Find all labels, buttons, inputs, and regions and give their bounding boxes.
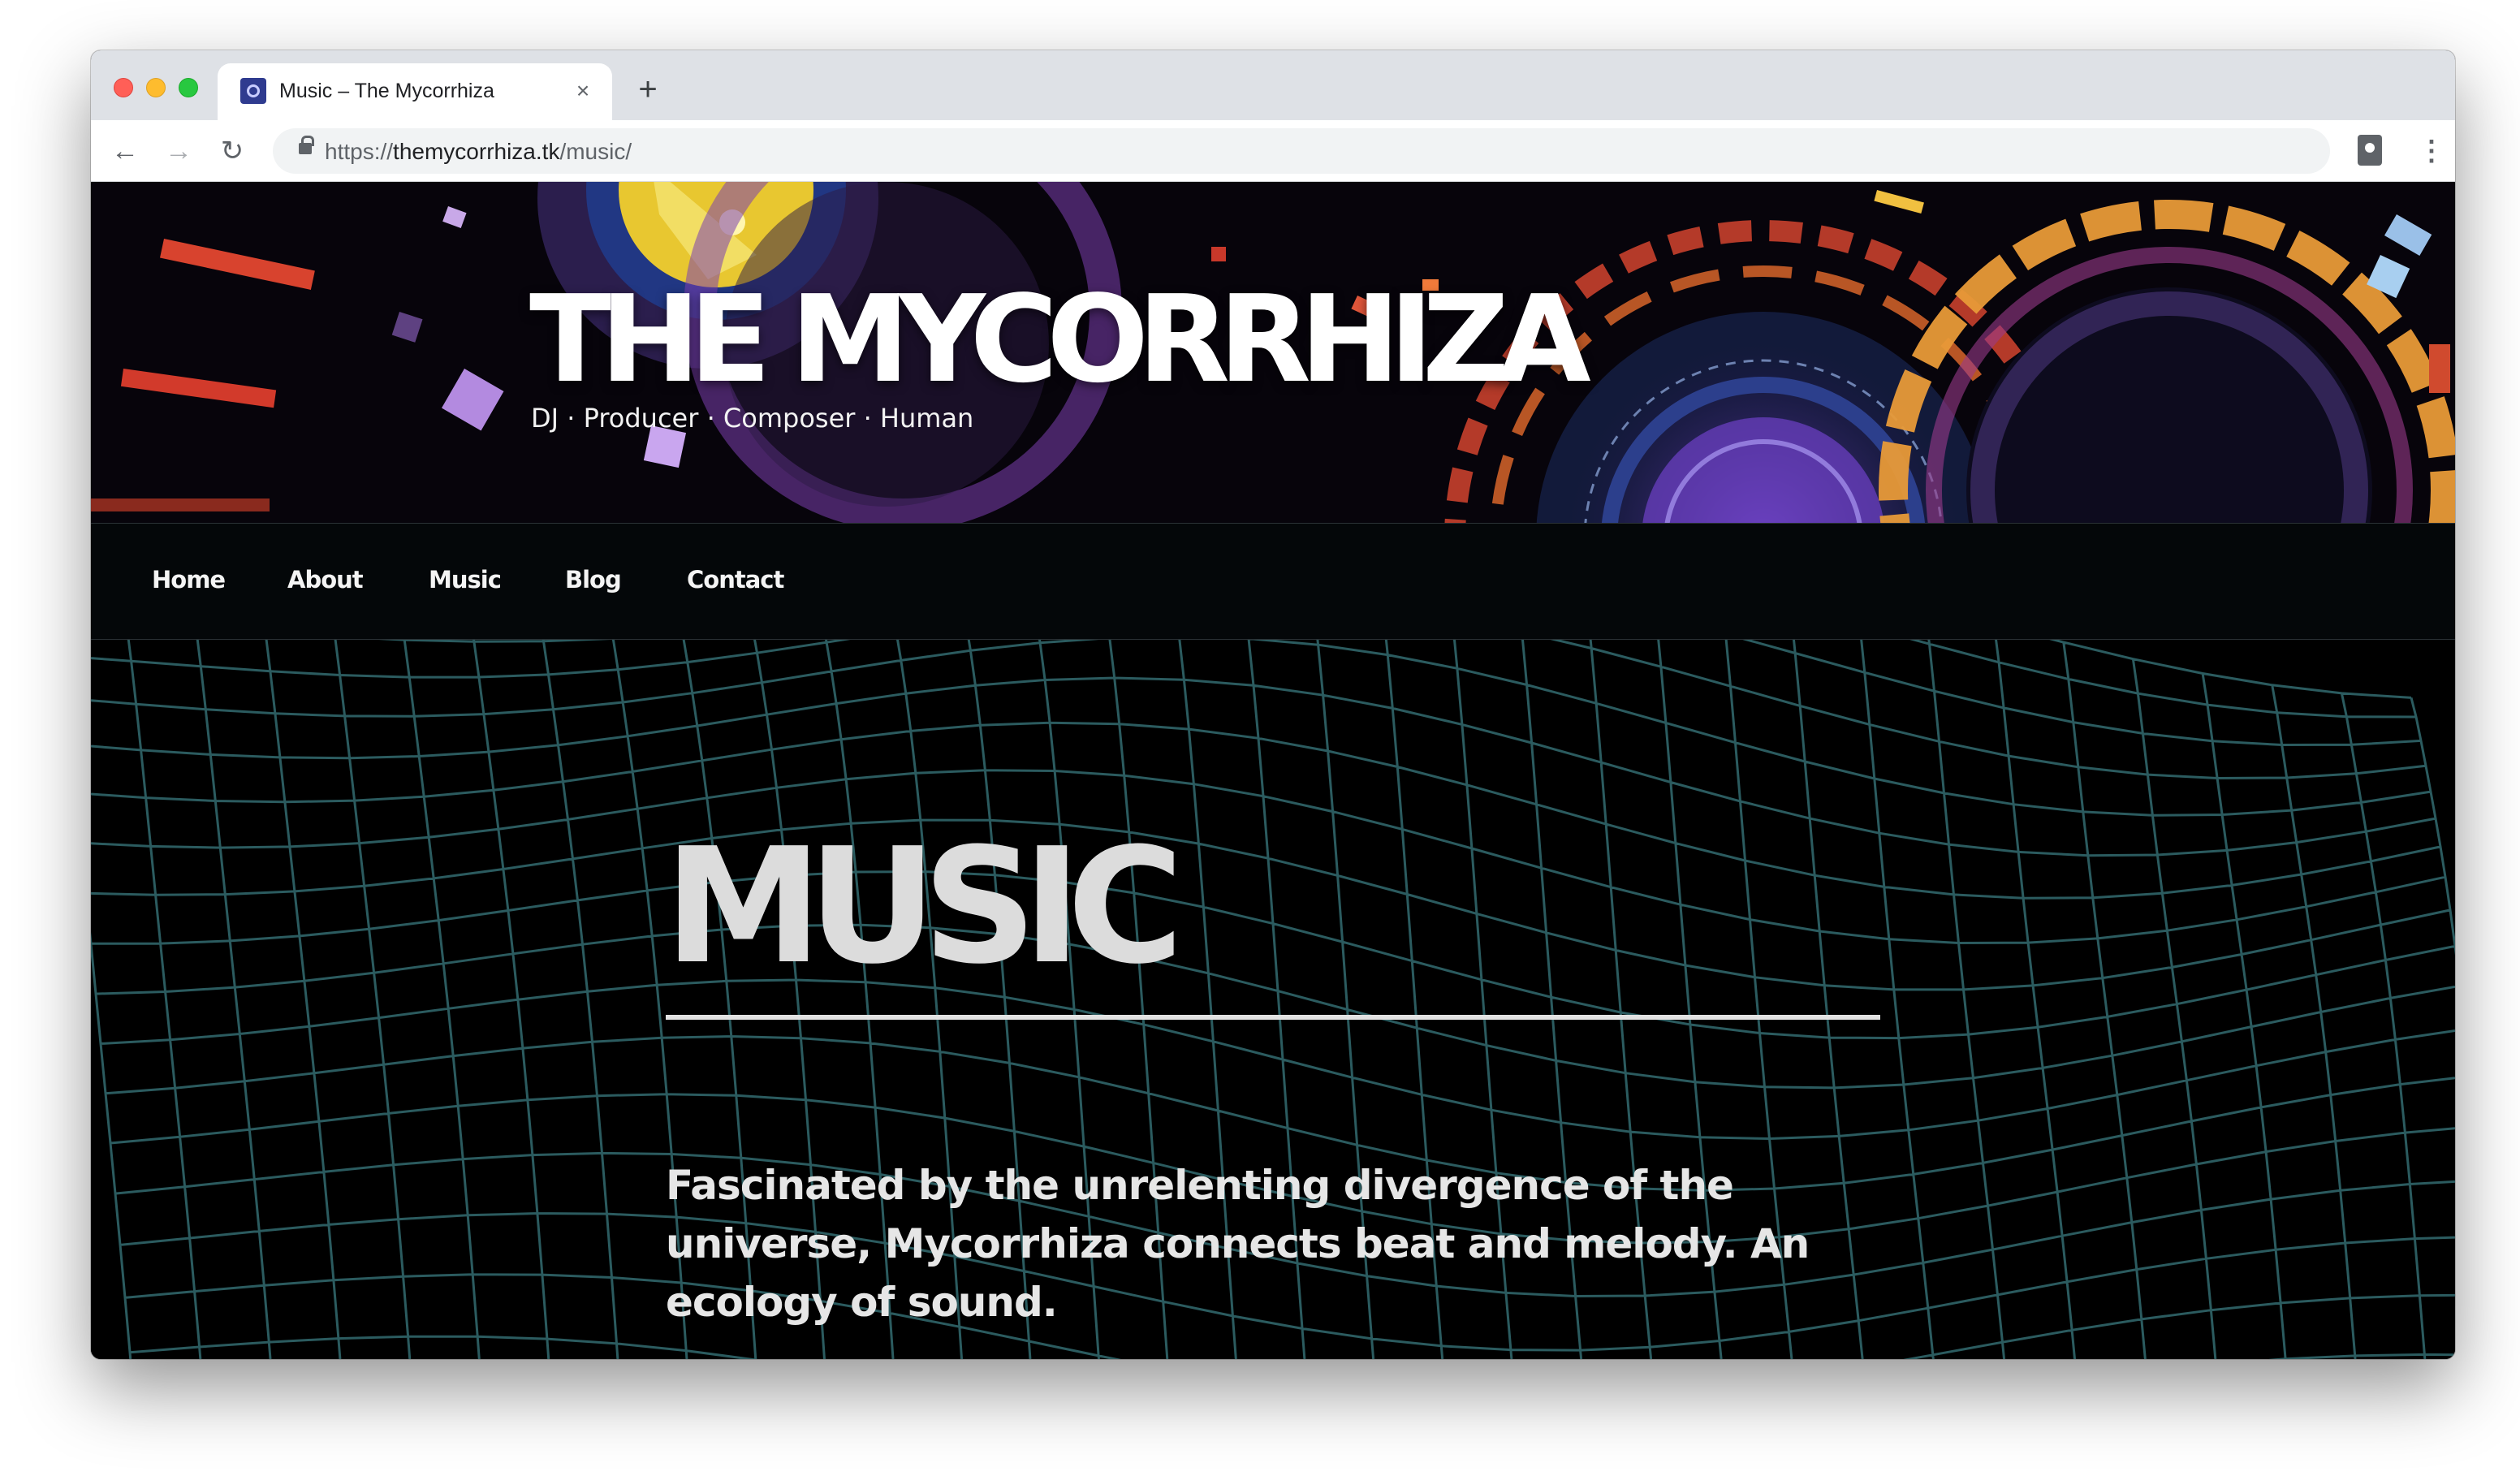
back-arrow-icon[interactable]: ←	[107, 133, 143, 169]
web-page: THE MYCORRHIZA DJ · Producer · Composer …	[91, 182, 2455, 1359]
nav-item-blog[interactable]: Blog	[565, 566, 622, 593]
tab-strip: Music – The Mycorrhiza × +	[91, 50, 2455, 120]
forward-arrow-icon[interactable]: →	[161, 133, 196, 169]
url-text[interactable]: https://themycorrhiza.tk/music/	[325, 139, 632, 165]
more-vert-icon[interactable]: ⋮	[2418, 135, 2445, 167]
title-divider	[666, 1015, 1880, 1020]
minimize-window-button[interactable]	[146, 78, 166, 97]
tab-favicon-icon	[240, 78, 266, 104]
plus-icon[interactable]: +	[630, 71, 666, 107]
site-title[interactable]: THE MYCORRHIZA	[529, 270, 1591, 409]
nav-item-home[interactable]: Home	[152, 566, 226, 593]
close-icon[interactable]: ×	[568, 76, 598, 106]
nav-item-contact[interactable]: Contact	[687, 566, 784, 593]
url-host: themycorrhiza.tk	[393, 139, 560, 164]
close-window-button[interactable]	[114, 78, 133, 97]
url-path: /music/	[559, 139, 632, 164]
zoom-window-button[interactable]	[179, 78, 198, 97]
nav-item-about[interactable]: About	[287, 566, 364, 593]
intro-paragraph: Fascinated by the unrelenting divergence…	[666, 1162, 1810, 1326]
site-tagline: DJ · Producer · Composer · Human	[531, 403, 974, 434]
reload-icon[interactable]: ↻	[214, 133, 250, 169]
address-bar[interactable]: https://themycorrhiza.tk/music/	[273, 128, 2330, 174]
main-navigation: Home About Music Blog Contact	[91, 523, 2455, 640]
page-title: MUSIC	[664, 814, 1184, 999]
browser-toolbar: ← → ↻ https://themycorrhiza.tk/music/ ⋮	[91, 120, 2455, 182]
active-tab[interactable]: Music – The Mycorrhiza ×	[218, 63, 612, 120]
extension-icon[interactable]	[2358, 135, 2382, 166]
url-scheme: https://	[325, 139, 394, 164]
browser-window: Music – The Mycorrhiza × + ← → ↻ https:/…	[91, 50, 2455, 1359]
page-content: MUSIC Fascinated by the unrelenting dive…	[91, 640, 2455, 1359]
site-header: THE MYCORRHIZA DJ · Producer · Composer …	[91, 182, 2455, 523]
lock-icon[interactable]	[299, 136, 314, 154]
tab-title: Music – The Mycorrhiza	[279, 80, 494, 102]
nav-item-music[interactable]: Music	[429, 566, 502, 593]
